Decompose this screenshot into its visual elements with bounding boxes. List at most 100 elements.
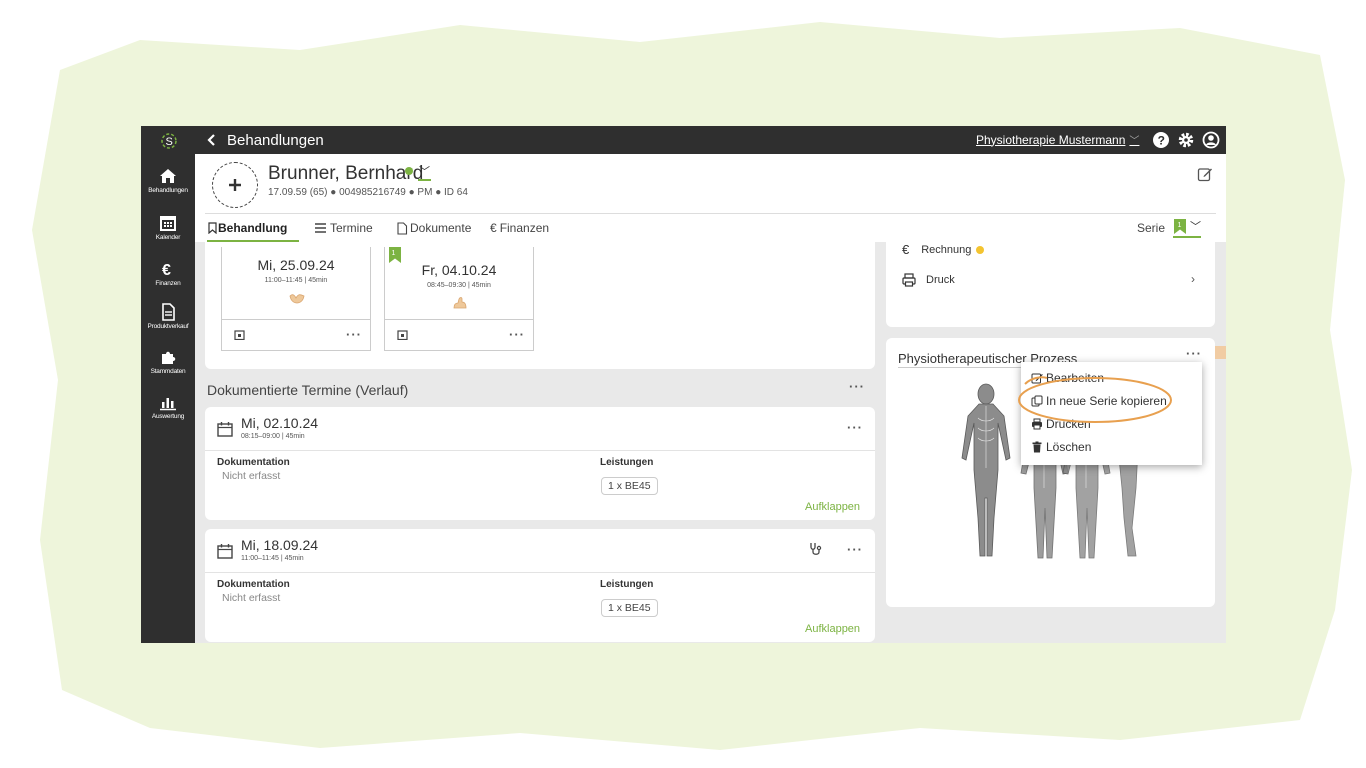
appointment-card[interactable]: 1 Fr, 04.10.24 08:45–09:30 | 45min ··· [384,247,534,351]
sidebar-item-kalender[interactable]: Kalender [141,214,195,241]
tab-label: Termine [330,221,373,235]
services-label: Leistungen [600,457,654,468]
history-title: Dokumentierte Termine (Verlauf) [207,382,409,398]
user-icon[interactable] [1202,131,1220,149]
tab-label: Behandlung [218,221,288,235]
more-options-icon[interactable]: ··· [509,327,525,342]
patient-header: Brunner, Bernhard ﹀ 17.09.59 (65) ● 0049… [195,154,1226,243]
calendar-icon[interactable] [234,329,245,340]
calendar-icon[interactable] [397,329,408,340]
tabs-divider [205,213,1216,214]
more-options-icon[interactable]: ··· [847,542,863,557]
document-icon [397,221,408,235]
entry-date: Mi, 02.10.24 [241,415,319,431]
sidebar-item-behandlungen[interactable]: Behandlungen [141,167,195,194]
tab-label: Dokumente [410,221,472,235]
practice-selector[interactable]: Physiotherapie Mustermann ﹀ [976,132,1140,148]
appointment-time: 08:45–09:30 | 45min [427,282,491,289]
service-badge: 1 x BE45 [601,599,658,617]
plus-icon [229,179,241,191]
bookmark-icon [208,222,217,234]
chevron-right-icon[interactable]: › [1191,272,1195,286]
patient-meta: 17.09.59 (65) ● 004985216749 ● PM ● ID 6… [268,187,468,198]
more-options-icon[interactable]: ··· [1186,346,1202,361]
body-region-icon [453,297,467,309]
tab-termine[interactable]: Termine [314,221,373,235]
euro-icon: € [490,221,497,235]
entry-time: 08:15–09:00 | 45min [241,433,305,440]
chart-icon [160,398,176,411]
more-options-icon[interactable]: ··· [849,379,865,394]
documentation-value: Nicht erfasst [222,592,281,604]
sidebar-item-label: Produktverkauf [147,323,189,330]
patient-name: Brunner, Bernhard [268,163,424,184]
sidebar-item-finanzen[interactable]: € Finanzen [141,260,195,287]
chevron-down-icon: ﹀ [1129,136,1140,147]
calendar-icon [217,422,233,437]
sidebar-item-label: Stammdaten [150,368,186,375]
gear-icon[interactable] [1177,131,1195,149]
druck-label: Druck [926,274,955,286]
practice-name: Physiotherapie Mustermann [976,132,1126,147]
serie-selector[interactable]: 1 ﹀ [1173,216,1201,238]
appointment-time: 11:00–11:45 | 45min [264,277,328,284]
card-divider [385,319,533,320]
menu-item-label: Löschen [1046,440,1092,454]
druck-row[interactable]: Druck [902,273,955,287]
entry-header: Mi, 18.09.24 11:00–11:45 | 45min ··· [205,529,875,573]
list-icon [315,223,326,233]
service-badge: 1 x BE45 [601,477,658,495]
help-icon[interactable]: ? [1152,131,1170,149]
calendar-icon [160,216,176,231]
back-button[interactable]: Behandlungen [205,132,324,149]
tab-dokumente[interactable]: Dokumente [396,221,471,235]
status-dot [405,167,413,175]
expand-link[interactable]: Aufklappen [805,623,860,635]
sidebar-item-label: Auswertung [151,413,185,420]
appointment-date: Fr, 04.10.24 [421,262,497,278]
documentation-value: Nicht erfasst [222,470,281,482]
entry-time: 11:00–11:45 | 45min [241,555,304,562]
top-bar: Behandlungen Physiotherapie Mustermann ﹀… [195,126,1226,154]
entry-header: Mi, 02.10.24 08:15–09:00 | 45min ··· [205,407,875,451]
appointment-card[interactable]: Mi, 25.09.24 11:00–11:45 | 45min ··· [221,247,371,351]
edit-icon[interactable] [1197,166,1213,182]
sidebar-item-stammdaten[interactable]: Stammdaten [141,348,195,375]
documentation-label: Dokumentation [217,579,290,590]
history-entry: Mi, 18.09.24 11:00–11:45 | 45min ··· Dok… [205,529,875,642]
serie-label: Serie [1137,221,1166,235]
appointment-date: Mi, 25.09.24 [257,257,335,273]
app-logo[interactable]: S [157,130,179,152]
patient-status-dropdown[interactable]: ﹀ [418,163,431,181]
add-photo-button[interactable] [212,162,258,208]
menu-item-loeschen[interactable]: Löschen [1031,440,1091,454]
sidebar: S Behandlungen Kalender € Finanzen Produ… [141,126,195,643]
home-icon [160,169,176,183]
sidebar-item-produktverkauf[interactable]: Produktverkauf [141,303,195,330]
sidebar-item-label: Finanzen [155,280,181,287]
tab-label: Finanzen [499,221,550,235]
chevron-down-icon: ﹀ [1190,221,1201,233]
more-options-icon[interactable]: ··· [346,327,362,342]
more-options-icon[interactable]: ··· [847,420,863,435]
calendar-icon [217,544,233,559]
status-dot [976,245,985,254]
services-label: Leistungen [600,579,654,590]
sidebar-item-label: Behandlungen [148,187,188,194]
rechnung-row[interactable]: € Rechnung [902,242,985,257]
tab-behandlung[interactable]: Behandlung [207,221,287,235]
puzzle-icon [162,351,176,364]
expand-link[interactable]: Aufklappen [805,501,860,513]
trash-icon [1032,441,1042,453]
stethoscope-icon[interactable] [809,542,823,556]
upcoming-appointments: Mi, 25.09.24 11:00–11:45 | 45min ··· 1 F… [205,242,875,369]
documentation-label: Dokumentation [217,457,290,468]
euro-icon: € [902,242,910,257]
card-divider [222,319,370,320]
serie-bookmark-icon: 1 [1174,218,1186,234]
svg-text:1: 1 [1178,222,1182,229]
sidebar-item-auswertung[interactable]: Auswertung [141,393,195,420]
rechnung-label: Rechnung [921,243,972,256]
svg-text:S: S [166,136,173,148]
tab-finanzen[interactable]: € Finanzen [490,221,549,235]
